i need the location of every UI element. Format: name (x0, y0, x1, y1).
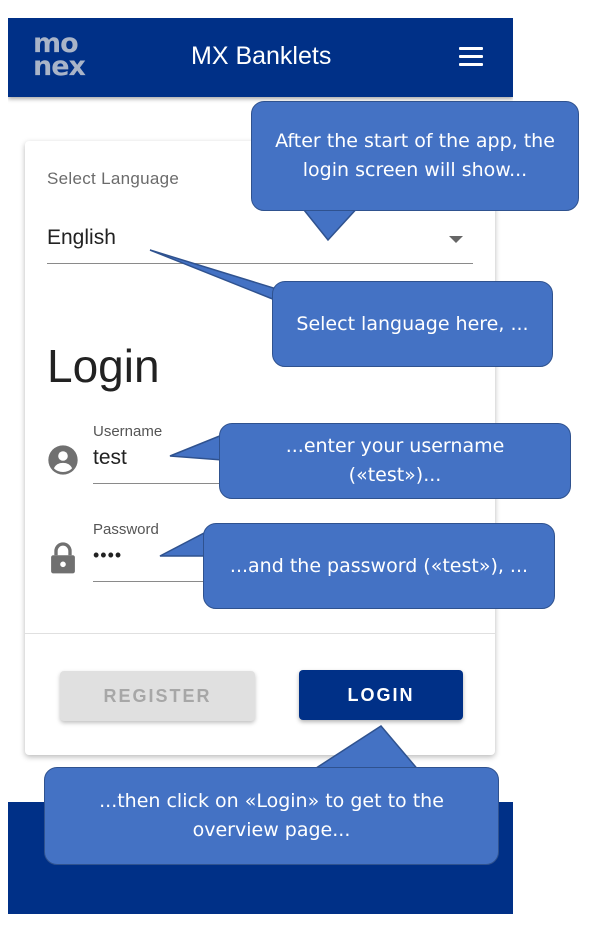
callout-login: ...then click on «Login» to get to the o… (44, 767, 499, 865)
callout-password: ...and the password («test»), ... (203, 523, 555, 609)
callout-pointer-login (307, 725, 422, 773)
callout-pointer-username (169, 433, 223, 461)
callout-username: ...enter your username («test»)... (219, 423, 571, 499)
callout-language: Select language here, ... (272, 281, 553, 367)
callout-start: After the start of the app, the login sc… (251, 101, 579, 211)
callout-pointer-password (159, 530, 207, 557)
